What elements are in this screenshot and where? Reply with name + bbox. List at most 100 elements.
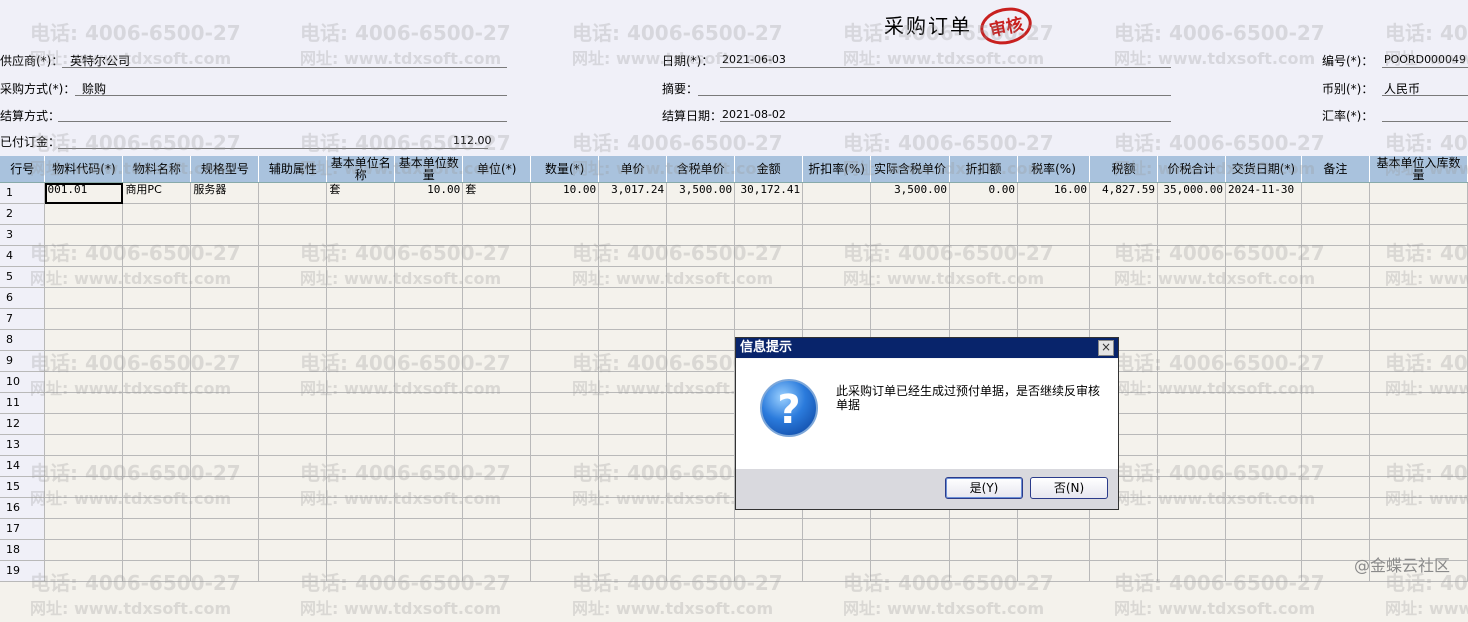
table-cell[interactable] [44,329,124,351]
table-cell[interactable] [598,434,668,456]
table-cell[interactable] [122,203,192,225]
table-cell[interactable] [802,266,872,288]
table-cell[interactable] [1157,266,1226,288]
table-cell[interactable] [326,413,396,435]
table-cell[interactable] [666,203,736,225]
table-cell[interactable] [598,560,668,582]
table-cell[interactable] [190,329,260,351]
table-cell[interactable] [122,371,192,393]
table-cell[interactable] [530,329,600,351]
table-cell[interactable] [1089,203,1158,225]
table-cell[interactable] [1017,539,1090,561]
no-button[interactable]: 否(N) [1030,477,1108,499]
table-cell[interactable] [666,308,736,330]
table-cell[interactable] [1157,539,1226,561]
table-cell[interactable] [530,518,600,540]
table-cell[interactable] [1369,497,1468,519]
table-cell[interactable] [1225,518,1302,540]
table-cell[interactable] [1225,245,1302,267]
table-cell[interactable]: 35,000.00 [1157,182,1226,204]
table-cell[interactable] [1157,245,1226,267]
table-cell[interactable] [326,434,396,456]
table-cell[interactable] [462,245,532,267]
table-cell[interactable] [258,434,328,456]
table-cell[interactable] [666,434,736,456]
table-cell[interactable] [1369,245,1468,267]
table-cell[interactable] [326,329,396,351]
table-cell[interactable] [1301,266,1370,288]
table-cell[interactable] [598,350,668,372]
table-cell[interactable] [734,539,804,561]
table-cell[interactable] [530,455,600,477]
column-header[interactable]: 单价 [598,156,668,183]
table-cell[interactable] [258,245,328,267]
table-cell[interactable] [326,308,396,330]
table-cell[interactable] [1157,455,1226,477]
table-cell[interactable] [1225,371,1302,393]
table-cell[interactable] [44,497,124,519]
table-cell[interactable] [122,350,192,372]
table-cell[interactable] [462,350,532,372]
table-cell[interactable] [258,203,328,225]
table-cell[interactable]: 001.01 [44,182,124,204]
table-cell[interactable] [1301,518,1370,540]
table-cell[interactable] [190,350,260,372]
table-cell[interactable] [1369,203,1468,225]
column-header[interactable]: 辅助属性 [258,156,328,183]
table-cell[interactable] [1301,224,1370,246]
table-cell[interactable] [394,560,464,582]
table-cell[interactable] [190,539,260,561]
table-cell[interactable] [258,287,328,309]
table-cell[interactable]: 套 [462,182,532,204]
table-cell[interactable] [666,287,736,309]
table-cell[interactable] [1225,392,1302,414]
table-cell[interactable] [1017,224,1090,246]
table-cell[interactable] [462,392,532,414]
table-cell[interactable] [394,371,464,393]
table-cell[interactable] [44,434,124,456]
table-cell[interactable] [802,203,872,225]
table-cell[interactable] [44,455,124,477]
table-cell[interactable] [1157,497,1226,519]
table-cell[interactable] [394,203,464,225]
table-cell[interactable]: 4,827.59 [1089,182,1158,204]
table-cell[interactable] [326,392,396,414]
table-cell[interactable] [44,266,124,288]
table-cell[interactable] [394,455,464,477]
table-cell[interactable]: 3,017.24 [598,182,668,204]
table-cell[interactable] [1225,560,1302,582]
table-cell[interactable] [530,287,600,309]
table-cell[interactable] [1301,371,1370,393]
table-cell[interactable] [122,497,192,519]
table-cell[interactable] [1369,413,1468,435]
table-cell[interactable] [1089,224,1158,246]
table-cell[interactable] [190,560,260,582]
table-cell[interactable] [1089,518,1158,540]
table-cell[interactable] [394,434,464,456]
table-cell[interactable] [462,497,532,519]
table-cell[interactable] [530,266,600,288]
table-cell[interactable] [394,245,464,267]
table-cell[interactable] [190,434,260,456]
table-cell[interactable] [190,518,260,540]
table-cell[interactable] [598,308,668,330]
table-cell[interactable] [1017,560,1090,582]
table-cell[interactable] [1369,350,1468,372]
table-cell[interactable] [258,308,328,330]
table-cell[interactable] [258,350,328,372]
table-cell[interactable] [734,308,804,330]
table-cell[interactable]: 商用PC [122,182,192,204]
table-cell[interactable] [949,560,1019,582]
table-cell[interactable] [394,308,464,330]
table-cell[interactable] [326,518,396,540]
table-cell[interactable] [1157,203,1226,225]
table-cell[interactable] [122,266,192,288]
column-header[interactable]: 含税单价 [666,156,736,183]
table-cell[interactable] [1157,350,1226,372]
column-header[interactable]: 数量(*) [530,156,600,183]
table-cell[interactable] [1089,245,1158,267]
table-cell[interactable] [666,329,736,351]
table-cell[interactable] [462,518,532,540]
table-cell[interactable] [802,518,872,540]
column-header[interactable]: 单位(*) [462,156,532,183]
